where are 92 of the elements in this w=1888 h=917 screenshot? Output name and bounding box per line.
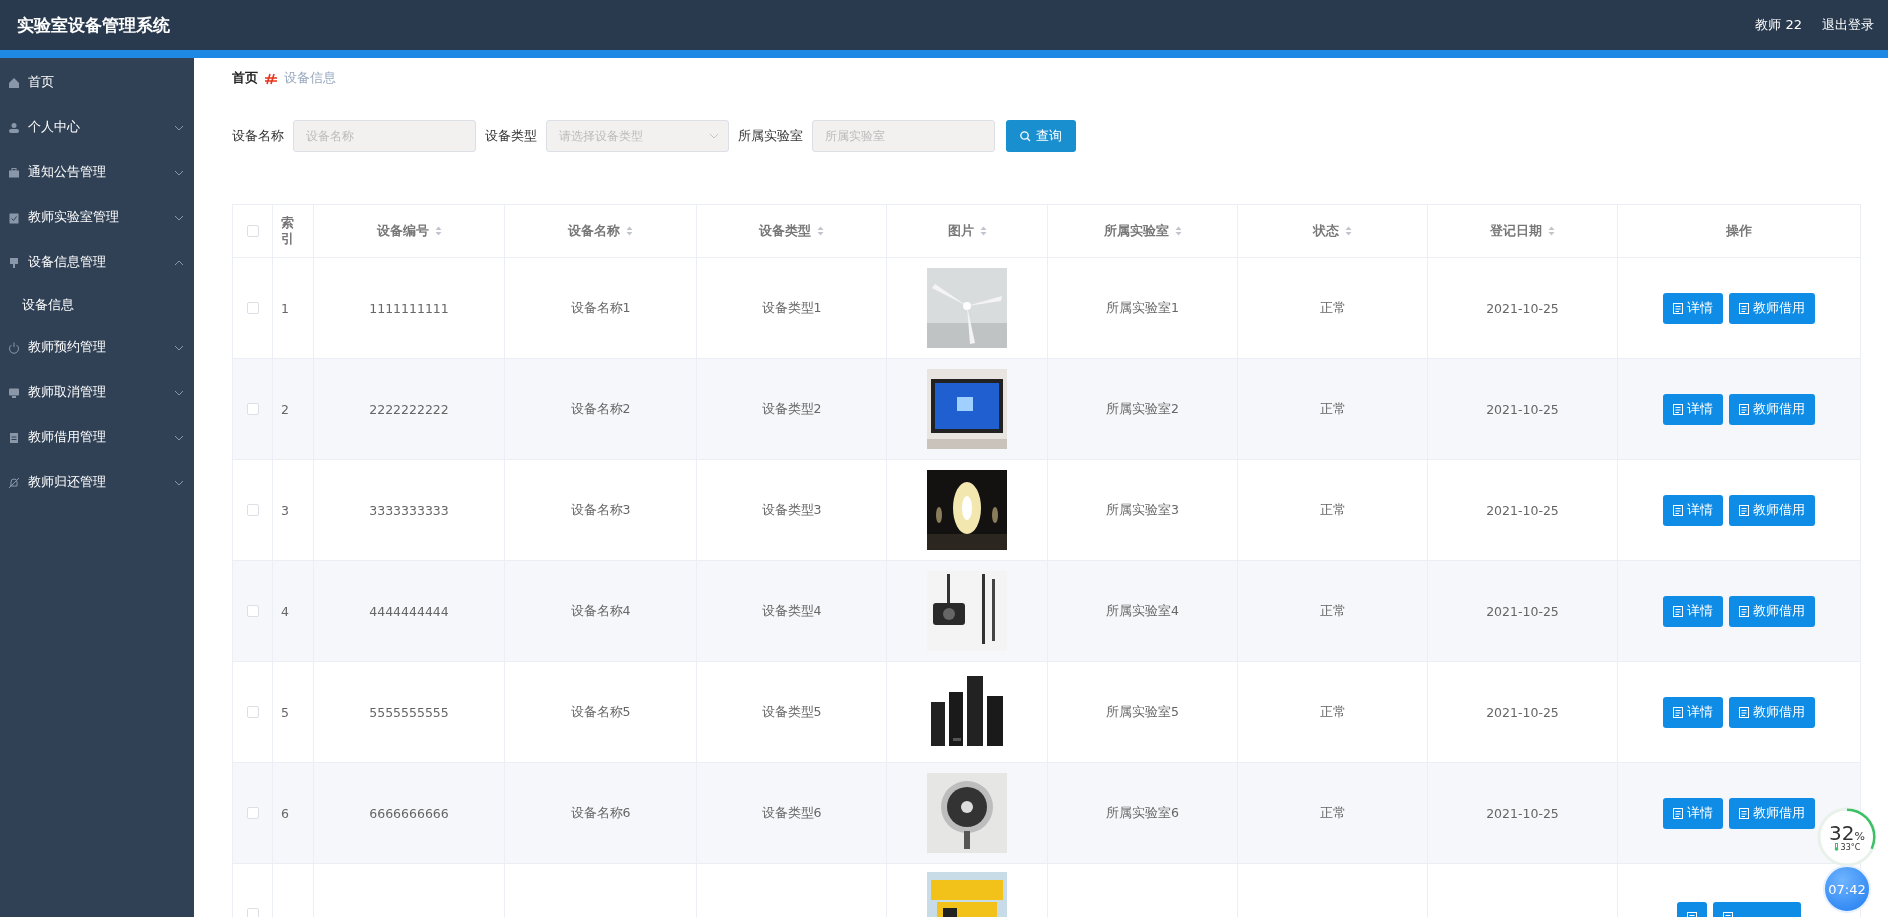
- borrow-button[interactable]: 教师借用: [1729, 797, 1815, 829]
- column-header[interactable]: 图片: [887, 205, 1048, 257]
- column-label: 操作: [1726, 222, 1752, 240]
- table-cell: 设备名称1: [570, 299, 631, 317]
- table-cell: 4444444444: [369, 603, 449, 619]
- user-name: 教师 22: [1755, 16, 1802, 34]
- sidebar-item[interactable]: 通知公告管理: [0, 150, 194, 195]
- table-cell: 1111111111: [369, 300, 449, 316]
- column-header[interactable]: 操作: [1618, 205, 1860, 257]
- table-cell: 3333333333: [369, 502, 449, 518]
- table-cell: 3: [281, 502, 289, 518]
- table-cell: 5: [281, 704, 289, 720]
- borrow-button[interactable]: 教师借用: [1729, 595, 1815, 627]
- borrow-button[interactable]: 教师借用: [1729, 393, 1815, 425]
- sidebar-item[interactable]: 教师预约管理: [0, 325, 194, 370]
- sidebar-item[interactable]: 教师取消管理: [0, 370, 194, 415]
- search-button[interactable]: 查询: [1006, 120, 1076, 152]
- table-cell: 设备名称4: [570, 602, 631, 620]
- column-label: 所属实验室: [1103, 222, 1169, 240]
- sidebar-item[interactable]: 教师借用管理: [0, 415, 194, 460]
- table-cell: 2021-10-25: [1486, 704, 1559, 720]
- table-cell: 正常: [1319, 400, 1346, 418]
- table-cell: 设备类型6: [761, 804, 822, 822]
- field-label: 设备类型: [485, 127, 537, 145]
- details-button[interactable]: 详情: [1663, 393, 1723, 425]
- breadcrumb-item[interactable]: 首页: [232, 70, 258, 87]
- column-label: 图片: [947, 222, 974, 240]
- table-cell: 设备名称6: [570, 804, 631, 822]
- column-label: 索引: [281, 214, 294, 248]
- column-label: 状态: [1313, 222, 1339, 240]
- table-cell: 2021-10-25: [1486, 502, 1559, 518]
- column-label: 设备类型: [759, 222, 811, 240]
- table-cell: 所属实验室6: [1106, 804, 1179, 822]
- table-cell: 5555555555: [369, 704, 449, 720]
- details-button[interactable]: 详情: [1663, 797, 1723, 829]
- table-cell: 1: [281, 300, 289, 316]
- table-cell: 正常: [1319, 703, 1346, 721]
- sidebar-item[interactable]: 教师实验室管理: [0, 195, 194, 240]
- table-cell: 所属实验室3: [1106, 501, 1179, 519]
- column-header[interactable]: 设备类型: [697, 205, 887, 257]
- table-cell: 设备类型5: [761, 703, 822, 721]
- table-cell: 正常: [1319, 602, 1346, 620]
- table-cell: 所属实验室4: [1106, 602, 1179, 620]
- table-cell: 所属实验室2: [1106, 400, 1179, 418]
- temperature-reading: 33°C: [1840, 842, 1861, 852]
- column-header[interactable]: 设备名称: [505, 205, 697, 257]
- table-cell: 所属实验室1: [1106, 299, 1179, 317]
- logout-link[interactable]: 退出登录: [1822, 16, 1874, 34]
- table-cell: 2021-10-25: [1486, 603, 1559, 619]
- table-cell: 设备类型3: [761, 501, 822, 519]
- details-button[interactable]: 详情: [1663, 292, 1723, 324]
- column-header[interactable]: 设备编号: [314, 205, 505, 257]
- sidebar-subitem[interactable]: 设备信息: [0, 285, 194, 325]
- details-button[interactable]: 详情: [1663, 595, 1723, 627]
- sidebar-item[interactable]: 教师归还管理: [0, 460, 194, 505]
- table-cell: 6666666666: [369, 805, 449, 821]
- borrow-button[interactable]: 教师借用: [1729, 494, 1815, 526]
- column-header[interactable]: 状态: [1238, 205, 1428, 257]
- table-cell: 设备类型4: [761, 602, 822, 620]
- usage-reading: 32%: [1829, 822, 1865, 843]
- table-cell: 2021-10-25: [1486, 401, 1559, 417]
- table-cell: 所属实验室5: [1106, 703, 1179, 721]
- table-cell: 正常: [1319, 299, 1346, 317]
- details-button[interactable]: 详情: [1663, 494, 1723, 526]
- column-label: 登记日期: [1490, 222, 1542, 240]
- table-cell: 设备类型1: [761, 299, 822, 317]
- app-title: 实验室设备管理系统: [17, 13, 170, 37]
- table-cell: 设备名称3: [570, 501, 631, 519]
- table-cell: 2222222222: [369, 401, 449, 417]
- column-header[interactable]: 所属实验室: [1048, 205, 1238, 257]
- table-cell: 2021-10-25: [1486, 805, 1559, 821]
- column-header[interactable]: 登记日期: [1428, 205, 1618, 257]
- breadcrumb-item[interactable]: 设备信息: [284, 70, 336, 87]
- table-cell: 正常: [1319, 804, 1346, 822]
- sidebar-item[interactable]: 个人中心: [0, 105, 194, 150]
- table-cell: 正常: [1319, 501, 1346, 519]
- table-cell: 6: [281, 805, 289, 821]
- table-cell: 4: [281, 603, 289, 619]
- column-label: 设备编号: [376, 222, 429, 240]
- table-cell: 2: [281, 401, 289, 417]
- column-label: 设备名称: [568, 222, 620, 240]
- borrow-button[interactable]: 教师借用: [1729, 292, 1815, 324]
- table-cell: 设备名称5: [570, 703, 631, 721]
- sidebar-item[interactable]: 首页: [0, 60, 194, 105]
- sidebar-item[interactable]: 设备信息管理: [0, 240, 194, 285]
- borrow-button[interactable]: 教师借用: [1729, 696, 1815, 728]
- field-label: 设备名称: [232, 127, 284, 145]
- table-cell: 设备名称2: [570, 400, 631, 418]
- table-cell: 2021-10-25: [1486, 300, 1559, 316]
- details-button[interactable]: 详情: [1663, 696, 1723, 728]
- field-label: 所属实验室: [738, 127, 803, 145]
- table-cell: 设备类型2: [761, 400, 822, 418]
